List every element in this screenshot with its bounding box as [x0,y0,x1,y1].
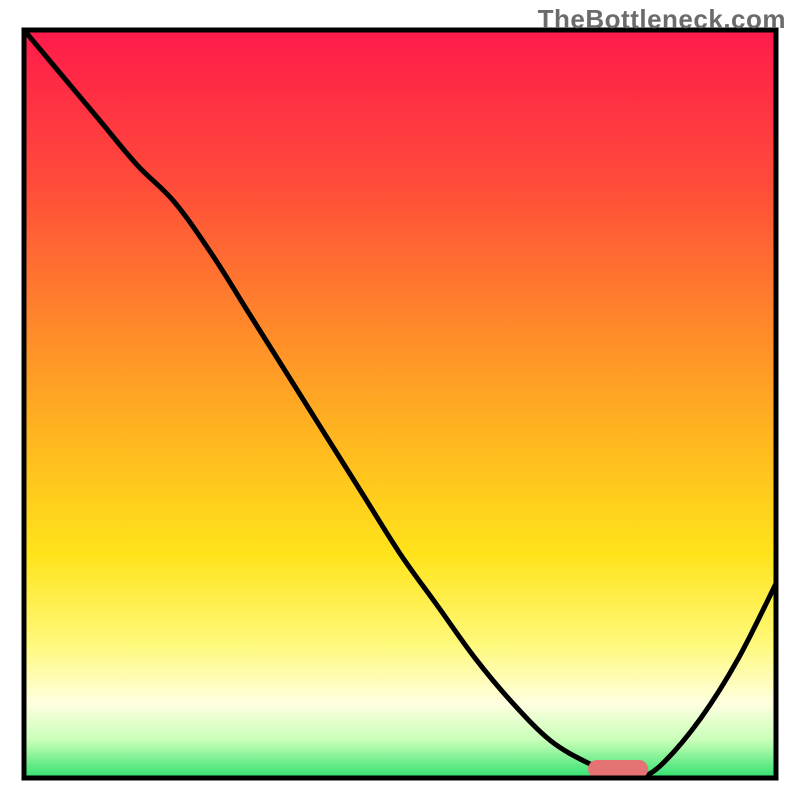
attribution-text: TheBottleneck.com [538,4,786,35]
sweet-spot-marker [588,760,648,778]
chart-canvas: { "attribution": "TheBottleneck.com", "c… [0,0,800,800]
bottleneck-chart [0,0,800,800]
background-gradient [24,30,776,778]
